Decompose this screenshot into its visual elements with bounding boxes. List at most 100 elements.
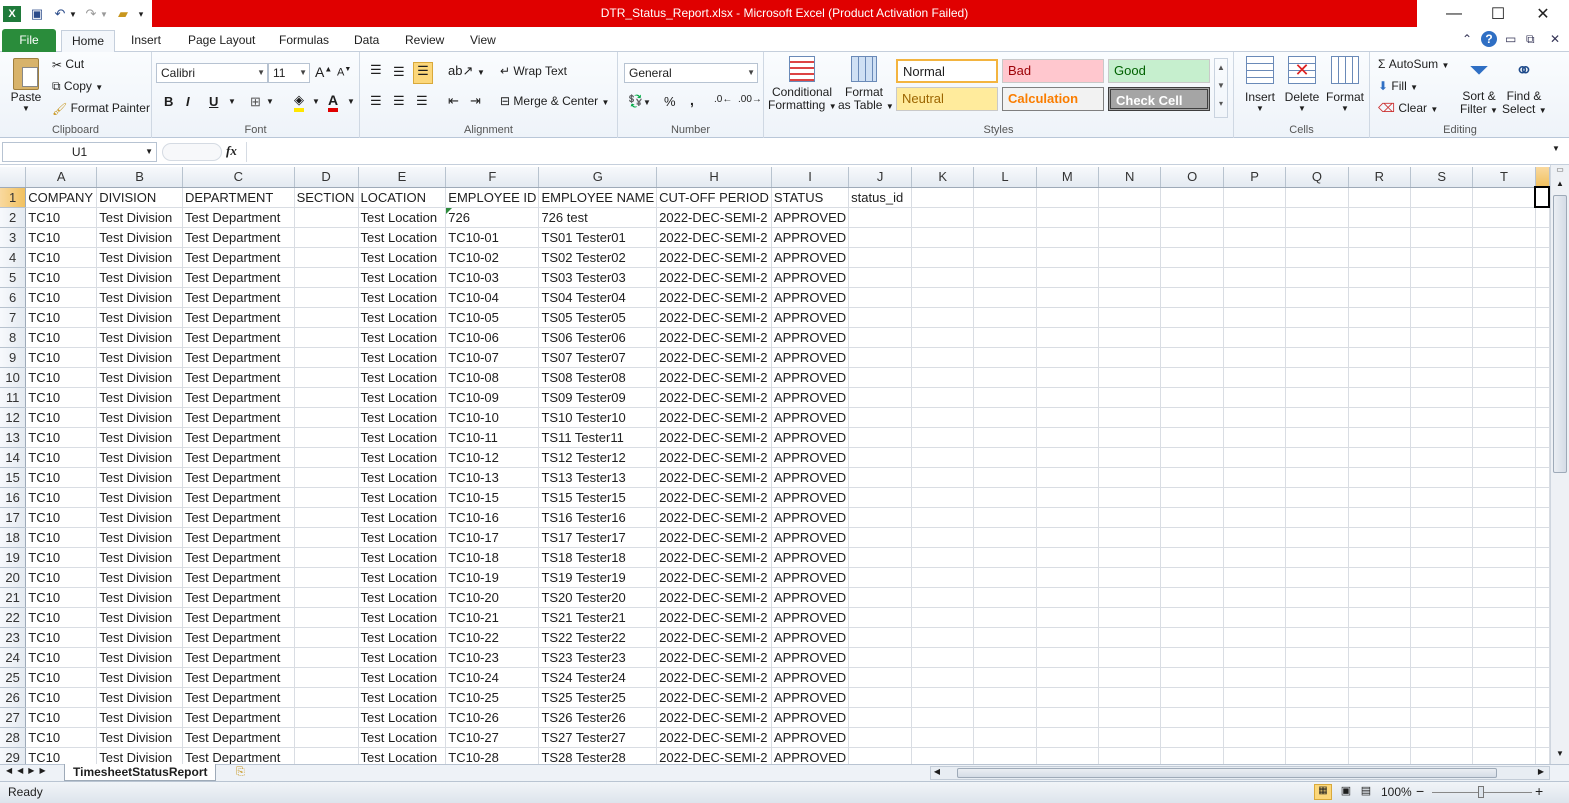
cell[interactable]: Test Department <box>182 247 295 268</box>
cell[interactable] <box>1410 187 1474 208</box>
cell[interactable]: Test Department <box>182 727 295 748</box>
cell[interactable] <box>1410 467 1474 488</box>
cell[interactable] <box>1285 707 1349 728</box>
cell[interactable] <box>1535 747 1550 764</box>
column-header-n[interactable]: N <box>1098 167 1162 188</box>
cell[interactable]: Test Division <box>96 607 183 628</box>
cell[interactable]: TC10-01 <box>445 227 540 248</box>
zoom-slider-thumb[interactable] <box>1478 786 1484 798</box>
cell[interactable] <box>1472 347 1536 368</box>
cell[interactable]: APPROVED <box>771 227 850 248</box>
cell[interactable] <box>848 307 912 328</box>
row-header[interactable]: 25 <box>0 667 27 688</box>
cell[interactable] <box>1535 487 1550 508</box>
column-header-c[interactable]: C <box>182 167 295 188</box>
cell[interactable]: Test Department <box>182 387 295 408</box>
cell[interactable] <box>973 747 1037 764</box>
cell[interactable]: TC10 <box>25 327 98 348</box>
cell[interactable]: Test Location <box>358 427 447 448</box>
cell[interactable]: TS10 Tester10 <box>538 407 658 428</box>
formula-input[interactable] <box>246 142 1549 162</box>
cell[interactable] <box>1410 727 1474 748</box>
cell[interactable] <box>1472 667 1536 688</box>
cell[interactable]: Test Location <box>358 287 447 308</box>
cell[interactable] <box>1098 307 1162 328</box>
cell[interactable] <box>1285 547 1349 568</box>
cell[interactable] <box>1285 587 1349 608</box>
row-header[interactable]: 3 <box>0 227 27 248</box>
open-folder-icon[interactable]: ▰ <box>114 5 132 23</box>
cell[interactable] <box>911 687 975 708</box>
cell[interactable] <box>848 387 912 408</box>
cell[interactable] <box>1410 567 1474 588</box>
cell[interactable] <box>1098 627 1162 648</box>
cell[interactable] <box>1036 507 1100 528</box>
align-right-icon[interactable]: ☰ <box>416 93 428 109</box>
cell[interactable] <box>1160 407 1224 428</box>
cell[interactable]: TC10-09 <box>445 387 540 408</box>
cell[interactable]: Test Department <box>182 427 295 448</box>
cell[interactable]: TC10-24 <box>445 667 540 688</box>
cell[interactable] <box>973 267 1037 288</box>
cell[interactable] <box>1223 627 1287 648</box>
cell[interactable] <box>973 387 1037 408</box>
row-header[interactable]: 13 <box>0 427 27 448</box>
cell[interactable] <box>1472 587 1536 608</box>
cell[interactable]: TC10 <box>25 567 98 588</box>
cell[interactable]: 726 <box>445 207 540 228</box>
cell[interactable] <box>294 347 359 368</box>
cell[interactable]: Test Division <box>96 367 183 388</box>
cell[interactable] <box>1410 547 1474 568</box>
cell[interactable] <box>1160 267 1224 288</box>
cell[interactable]: TC10 <box>25 527 98 548</box>
cell[interactable] <box>1285 567 1349 588</box>
cell[interactable] <box>973 547 1037 568</box>
cell[interactable]: TC10 <box>25 387 98 408</box>
expand-formula-bar-icon[interactable]: ▼ <box>1552 144 1560 153</box>
cell[interactable]: Test Division <box>96 747 183 764</box>
cell[interactable] <box>1348 607 1411 628</box>
cell[interactable]: TS28 Tester28 <box>538 747 658 764</box>
cell[interactable] <box>1160 567 1224 588</box>
normal-view-icon[interactable]: ▦ <box>1314 784 1332 800</box>
cell[interactable]: TC10 <box>25 547 98 568</box>
undo-icon[interactable]: ↶ <box>52 5 68 23</box>
cell[interactable] <box>911 287 975 308</box>
decrease-decimal-icon[interactable]: .00→ <box>738 94 762 105</box>
row-header[interactable]: 26 <box>0 687 27 708</box>
cell[interactable] <box>973 227 1037 248</box>
cell[interactable] <box>1472 467 1536 488</box>
cell[interactable] <box>848 227 912 248</box>
cell[interactable]: TC10-04 <box>445 287 540 308</box>
cell[interactable] <box>1410 347 1474 368</box>
cell[interactable] <box>848 407 912 428</box>
cell[interactable]: TC10 <box>25 687 98 708</box>
cell[interactable]: Test Location <box>358 627 447 648</box>
cell[interactable] <box>1472 247 1536 268</box>
cell[interactable]: Test Location <box>358 667 447 688</box>
cell[interactable]: Test Location <box>358 587 447 608</box>
cell[interactable] <box>1223 647 1287 668</box>
cell[interactable] <box>1472 227 1536 248</box>
cell[interactable] <box>1472 187 1536 208</box>
cell[interactable] <box>294 727 359 748</box>
page-layout-view-icon[interactable]: ▣ <box>1337 784 1355 800</box>
cell[interactable] <box>1160 747 1224 764</box>
cell[interactable]: TS27 Tester27 <box>538 727 658 748</box>
cell[interactable]: TS22 Tester22 <box>538 627 658 648</box>
chevron-down-icon[interactable]: ▼ <box>312 97 320 106</box>
cell[interactable]: TC10-08 <box>445 367 540 388</box>
cell[interactable]: TS19 Tester19 <box>538 567 658 588</box>
cell[interactable]: Test Division <box>96 647 183 668</box>
cell[interactable] <box>1535 707 1550 728</box>
cell[interactable]: TC10 <box>25 247 98 268</box>
cell[interactable]: Test Location <box>358 467 447 488</box>
cell[interactable] <box>848 567 912 588</box>
cell[interactable]: Test Department <box>182 467 295 488</box>
cell[interactable] <box>1098 507 1162 528</box>
font-name-combo[interactable]: Calibri ▼ <box>156 63 268 83</box>
cell[interactable]: Test Division <box>96 267 183 288</box>
cell[interactable] <box>1410 207 1474 228</box>
cell[interactable] <box>848 627 912 648</box>
cell[interactable] <box>1535 247 1550 268</box>
